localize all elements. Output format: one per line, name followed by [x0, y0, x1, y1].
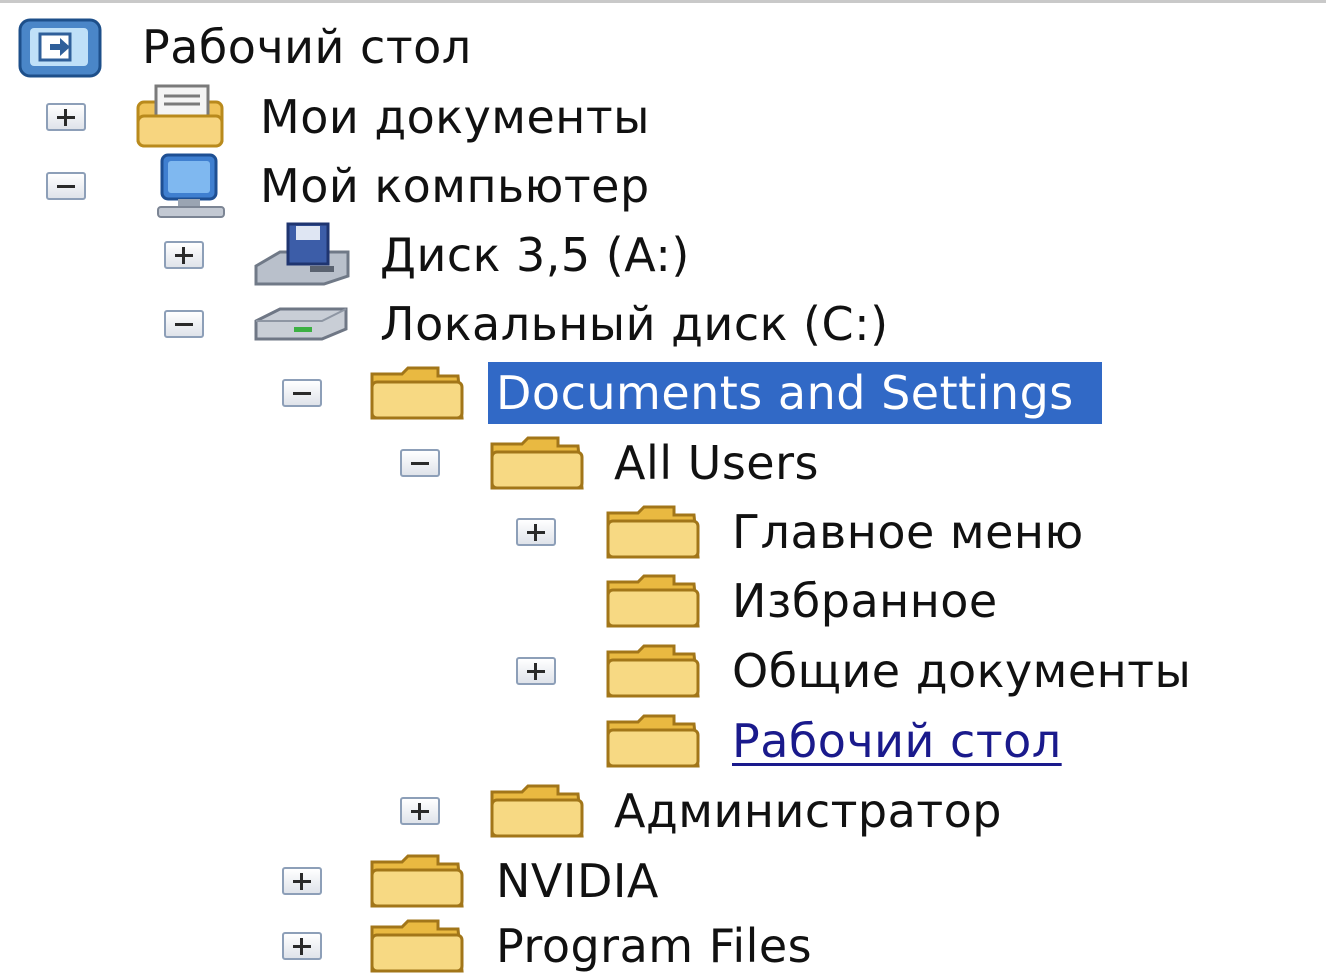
tree-item-label: Избранное [732, 574, 998, 628]
tree-item-label: Program Files [496, 919, 813, 973]
folder-icon [486, 778, 586, 844]
tree-item-my-computer[interactable]: Мой компьютер [0, 153, 1326, 219]
tree-item-all-users-desktop[interactable]: Рабочий стол [0, 708, 1326, 774]
expand-toggle[interactable] [400, 797, 440, 825]
tree-item-documents-and-settings[interactable]: Documents and Settings [0, 360, 1326, 426]
folder-tree: Рабочий стол Мои документы Мой компьютер… [0, 0, 1326, 975]
hard-drive-icon [250, 291, 350, 357]
floppy-drive-icon [250, 222, 350, 288]
expand-toggle[interactable] [46, 103, 86, 131]
tree-item-all-users[interactable]: All Users [0, 430, 1326, 496]
tree-item-label: Диск 3,5 (A:) [380, 228, 690, 282]
folder-icon [486, 430, 586, 496]
tree-item-nvidia[interactable]: NVIDIA [0, 848, 1326, 914]
expand-toggle[interactable] [164, 241, 204, 269]
tree-item-favorites[interactable]: Избранное [0, 568, 1326, 634]
tree-item-label: Рабочий стол [142, 20, 472, 74]
tree-item-label: Администратор [614, 784, 1002, 838]
tree-item-label: All Users [614, 436, 819, 490]
folder-icon [602, 499, 702, 565]
tree-item-administrator[interactable]: Администратор [0, 778, 1326, 844]
expand-toggle[interactable] [282, 932, 322, 960]
tree-item-desktop[interactable]: Рабочий стол [0, 14, 1326, 80]
collapse-toggle[interactable] [164, 310, 204, 338]
expand-toggle[interactable] [282, 867, 322, 895]
tree-item-label: Общие документы [732, 644, 1192, 698]
tree-item-my-documents[interactable]: Мои документы [0, 84, 1326, 150]
tree-item-label: NVIDIA [496, 854, 659, 908]
tree-item-label: Мой компьютер [260, 159, 650, 213]
tree-item-floppy[interactable]: Диск 3,5 (A:) [0, 222, 1326, 288]
expand-toggle[interactable] [516, 657, 556, 685]
desktop-icon [14, 14, 114, 80]
tree-item-label: Локальный диск (C:) [380, 297, 889, 351]
folder-icon [602, 568, 702, 634]
tree-item-program-files[interactable]: Program Files [0, 913, 1326, 975]
folder-icon [366, 360, 466, 426]
folder-icon [366, 848, 466, 914]
my-documents-icon [130, 84, 230, 150]
tree-item-label: Мои документы [260, 90, 650, 144]
folder-icon [602, 708, 702, 774]
my-computer-icon [148, 153, 248, 219]
folder-icon [366, 913, 466, 975]
tree-item-label: Главное меню [732, 505, 1084, 559]
tree-item-shared-documents[interactable]: Общие документы [0, 638, 1326, 704]
tree-item-label: Documents and Settings [488, 362, 1102, 424]
tree-item-main-menu[interactable]: Главное меню [0, 499, 1326, 565]
collapse-toggle[interactable] [282, 379, 322, 407]
top-border [0, 0, 1326, 3]
tree-item-local-disk[interactable]: Локальный диск (C:) [0, 291, 1326, 357]
collapse-toggle[interactable] [400, 449, 440, 477]
folder-icon [602, 638, 702, 704]
tree-item-label: Рабочий стол [732, 714, 1062, 768]
collapse-toggle[interactable] [46, 172, 86, 200]
expand-toggle[interactable] [516, 518, 556, 546]
